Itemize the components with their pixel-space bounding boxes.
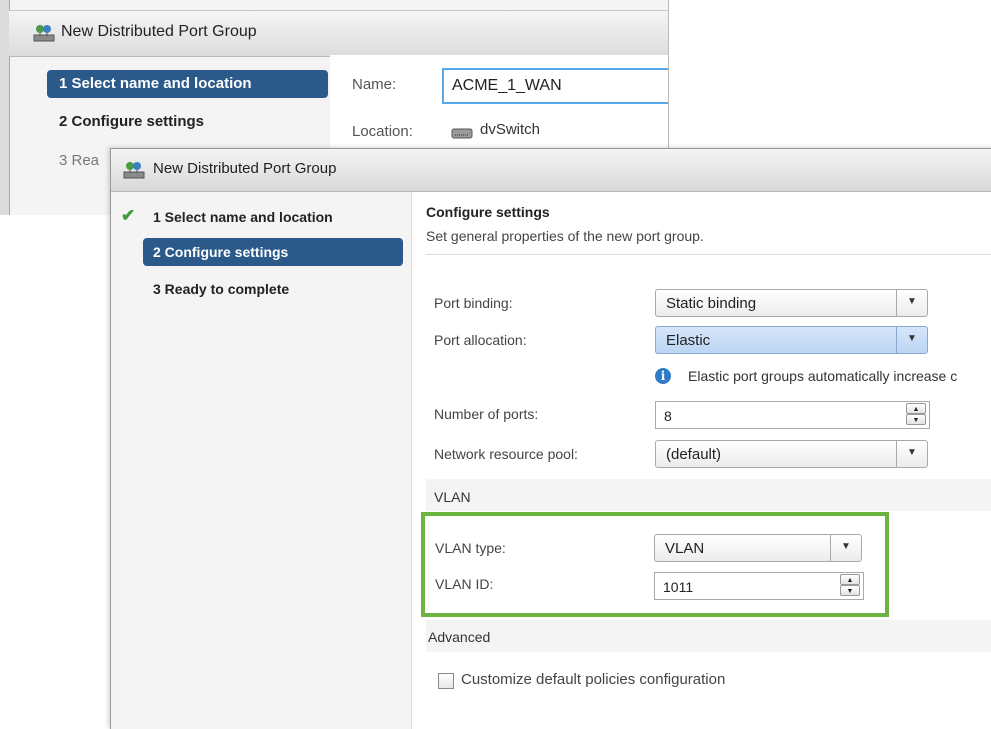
vlan-id-stepper[interactable]: ▲ ▼ bbox=[840, 574, 862, 598]
chevron-down-icon: ▼ bbox=[841, 541, 851, 552]
port-allocation-select[interactable]: Elastic ▼ bbox=[655, 326, 928, 354]
location-label: Location: bbox=[352, 123, 413, 140]
network-resource-pool-value: (default) bbox=[666, 446, 722, 463]
name-input-value: ACME_1_WAN bbox=[452, 77, 562, 94]
port-allocation-label: Port allocation: bbox=[434, 332, 527, 348]
port-group-icon bbox=[33, 25, 55, 42]
port-allocation-value: Elastic bbox=[666, 332, 711, 349]
vlan-section-header: VLAN bbox=[426, 479, 991, 511]
vlan-id-label: VLAN ID: bbox=[435, 576, 494, 592]
settings-panel: Configure settings Set general propertie… bbox=[412, 192, 991, 729]
vlan-type-dropdown-arrow[interactable]: ▼ bbox=[830, 535, 861, 561]
vlan-type-select[interactable]: VLAN ▼ bbox=[654, 534, 862, 562]
network-resource-pool-label: Network resource pool: bbox=[434, 446, 578, 462]
port-allocation-dropdown-arrow[interactable]: ▼ bbox=[896, 327, 927, 353]
number-of-ports-value: 8 bbox=[664, 408, 672, 424]
customize-policies-checkbox[interactable] bbox=[438, 673, 454, 689]
network-resource-pool-dropdown-arrow[interactable]: ▼ bbox=[896, 441, 927, 467]
increment-icon[interactable]: ▲ bbox=[840, 574, 860, 585]
decrement-icon[interactable]: ▼ bbox=[840, 585, 860, 596]
step-ready-to-complete[interactable]: 3 Ready to complete bbox=[153, 281, 289, 297]
vlan-highlight-box: VLAN type: VLAN ▼ VLAN ID: 1011 ▲ ▼ bbox=[421, 512, 889, 617]
front-dialog-title: New Distributed Port Group bbox=[153, 160, 337, 177]
customize-policies-label[interactable]: Customize default policies configuration bbox=[461, 671, 725, 688]
name-input[interactable]: ACME_1_WAN bbox=[442, 68, 668, 104]
divider bbox=[426, 254, 991, 255]
chevron-down-icon: ▼ bbox=[907, 296, 917, 307]
step-2-label: 2 Configure settings bbox=[153, 244, 289, 260]
back-step-3-label: 3 Rea bbox=[59, 152, 100, 169]
name-label: Name: bbox=[352, 76, 397, 93]
port-binding-label: Port binding: bbox=[434, 295, 513, 311]
vlan-type-label: VLAN type: bbox=[435, 540, 506, 556]
front-dialog: New Distributed Port Group ✔ 1 Select na… bbox=[110, 148, 991, 729]
step-3-label: 3 Ready to complete bbox=[153, 281, 290, 297]
step-configure-settings[interactable]: 2 Configure settings bbox=[143, 238, 403, 266]
front-dialog-titlebar: New Distributed Port Group bbox=[111, 149, 991, 192]
vlan-section-title: VLAN bbox=[434, 489, 471, 505]
number-of-ports-stepper[interactable]: ▲ ▼ bbox=[906, 403, 928, 427]
number-of-ports-input[interactable]: 8 ▲ ▼ bbox=[655, 401, 930, 429]
increment-icon[interactable]: ▲ bbox=[906, 403, 926, 414]
number-of-ports-label: Number of ports: bbox=[434, 406, 539, 422]
port-binding-select[interactable]: Static binding ▼ bbox=[655, 289, 928, 317]
back-step-2-label: 2 Configure settings bbox=[59, 113, 205, 130]
back-step-3[interactable]: 3 Rea bbox=[59, 152, 99, 169]
back-step-2[interactable]: 2 Configure settings bbox=[59, 113, 204, 130]
step-select-name[interactable]: 1 Select name and location bbox=[153, 209, 333, 225]
vlan-id-input[interactable]: 1011 ▲ ▼ bbox=[654, 572, 864, 600]
location-value: dvSwitch bbox=[480, 121, 541, 138]
advanced-section-header: Advanced bbox=[426, 620, 991, 652]
back-dialog-title: New Distributed Port Group bbox=[61, 23, 257, 40]
vlan-id-value: 1011 bbox=[663, 579, 694, 595]
decrement-icon[interactable]: ▼ bbox=[906, 414, 926, 425]
back-step-1[interactable]: 1 Select name and location bbox=[47, 70, 328, 98]
wizard-steps-sidebar: ✔ 1 Select name and location 2 Configure… bbox=[111, 192, 412, 729]
elastic-info-text: Elastic port groups automatically increa… bbox=[688, 368, 958, 384]
back-dialog-titlebar: New Distributed Port Group bbox=[9, 10, 668, 57]
step-1-label: 1 Select name and location bbox=[153, 209, 333, 225]
network-resource-pool-select[interactable]: (default) ▼ bbox=[655, 440, 928, 468]
page-subtitle: Set general properties of the new port g… bbox=[426, 228, 704, 244]
checkmark-icon: ✔ bbox=[121, 206, 136, 225]
chevron-down-icon: ▼ bbox=[907, 447, 917, 458]
chevron-down-icon: ▼ bbox=[907, 333, 917, 344]
back-step-1-label: 1 Select name and location bbox=[59, 75, 252, 92]
port-binding-dropdown-arrow[interactable]: ▼ bbox=[896, 290, 927, 316]
switch-icon bbox=[451, 128, 473, 139]
page-title: Configure settings bbox=[426, 204, 550, 220]
info-icon: i bbox=[655, 368, 671, 384]
port-group-icon bbox=[123, 162, 145, 179]
advanced-section-title: Advanced bbox=[428, 629, 491, 645]
port-binding-value: Static binding bbox=[666, 295, 757, 312]
vlan-type-value: VLAN bbox=[665, 540, 705, 557]
